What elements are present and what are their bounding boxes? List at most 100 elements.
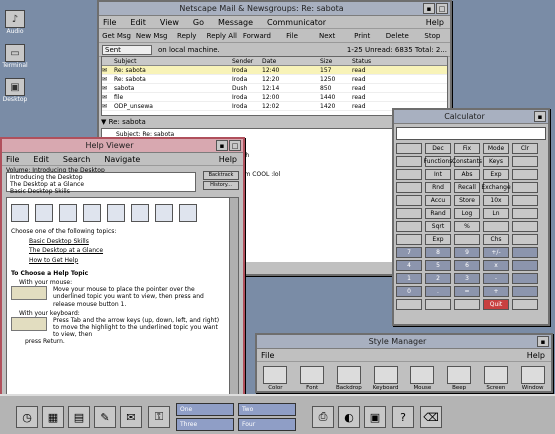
clock-icon[interactable]: ◷ — [16, 406, 38, 428]
help-link[interactable]: How to Get Help — [29, 257, 225, 264]
calculator-key[interactable] — [396, 195, 422, 206]
help-icon[interactable]: ? — [392, 406, 414, 428]
calculator-key[interactable]: Sqrt — [425, 221, 451, 232]
maximize-button[interactable]: □ — [436, 3, 448, 14]
titlebar[interactable]: Netscape Mail & Newsgroups: Re: sabota ▪… — [99, 2, 450, 16]
reply-all-button[interactable]: Reply All — [204, 32, 239, 40]
collapse-arrow-icon[interactable]: ▼ — [101, 118, 106, 126]
column-size[interactable]: Size — [320, 58, 352, 65]
calculator-key[interactable] — [396, 234, 422, 245]
table-row[interactable]: ✉ sabota Dush 12:14 850 read — [102, 84, 447, 93]
application-manager-icon[interactable]: ▣ — [364, 406, 386, 428]
workspace-three[interactable]: Three — [176, 418, 234, 431]
calculator-key[interactable]: Rnd — [425, 182, 451, 193]
print-button[interactable]: Print — [345, 32, 380, 40]
workspace-four[interactable]: Four — [238, 418, 296, 431]
calculator-key[interactable] — [512, 247, 538, 258]
calculator-key[interactable]: 4 — [396, 260, 422, 271]
help-link[interactable]: The Desktop at a Glance — [29, 247, 225, 254]
help-link[interactable]: Basic Desktop Skills — [29, 238, 225, 245]
text-editor-icon[interactable]: ✎ — [94, 406, 116, 428]
calculator-key[interactable]: Fix — [454, 143, 480, 154]
scrollbar[interactable] — [229, 197, 239, 395]
calculator-key[interactable] — [512, 208, 538, 219]
column-sender[interactable]: Sender — [232, 58, 262, 65]
calculator-key[interactable] — [512, 169, 538, 180]
calculator-key[interactable]: Ln — [483, 208, 509, 219]
calculator-key[interactable] — [396, 221, 422, 232]
folder-select[interactable]: Sent — [102, 44, 152, 55]
calculator-key[interactable]: Functions — [424, 156, 452, 167]
topic-item[interactable]: The Desktop at a Glance — [10, 181, 192, 188]
table-row[interactable]: ✉ Re: sabota Iroda 12:20 1250 read — [102, 75, 447, 84]
menu-search[interactable]: Search — [63, 155, 90, 164]
menu-edit[interactable]: Edit — [130, 18, 146, 27]
calculator-key[interactable] — [512, 234, 538, 245]
menu-file[interactable]: File — [6, 155, 19, 164]
style-manager-icon[interactable]: ◐ — [338, 406, 360, 428]
backdrop-button[interactable]: Backdrop — [333, 366, 366, 391]
titlebar[interactable]: Style Manager ▪ — [257, 335, 551, 349]
new-msg-button[interactable]: New Msg — [134, 32, 169, 40]
beep-button[interactable]: Beep — [443, 366, 476, 391]
calculator-key[interactable]: x — [483, 260, 509, 271]
keyboard-button[interactable]: Keyboard — [369, 366, 402, 391]
titlebar[interactable]: Calculator ▪ — [394, 110, 548, 124]
calculator-key[interactable]: = — [454, 286, 480, 297]
calculator-key[interactable]: Chs — [483, 234, 509, 245]
calculator-key[interactable]: 3 — [454, 273, 480, 284]
desktop-icon-audio[interactable]: ♪ Audio — [2, 10, 28, 35]
calculator-key[interactable] — [512, 299, 538, 310]
file-manager-icon[interactable]: ▤ — [68, 406, 90, 428]
menu-file[interactable]: File — [103, 18, 116, 27]
calculator-key[interactable]: 5 — [425, 260, 451, 271]
calculator-key[interactable] — [396, 156, 422, 167]
calculator-key[interactable]: Dec — [425, 143, 451, 154]
calculator-key[interactable]: - — [483, 273, 509, 284]
calculator-key[interactable]: 1 — [396, 273, 422, 284]
mouse-button[interactable]: Mouse — [406, 366, 439, 391]
calculator-key[interactable]: Accu — [425, 195, 451, 206]
minimize-button[interactable]: ▪ — [216, 140, 228, 151]
calculator-key[interactable]: Mode — [483, 143, 509, 154]
backtrack-button[interactable]: Backtrack — [203, 171, 239, 180]
forward-button[interactable]: Forward — [239, 32, 274, 40]
menu-help[interactable]: Help — [426, 18, 444, 27]
calculator-key[interactable]: Log — [454, 208, 480, 219]
printer-icon[interactable]: ⎙ — [312, 406, 334, 428]
menu-message[interactable]: Message — [218, 18, 253, 27]
calculator-key[interactable]: 8 — [425, 247, 451, 258]
calculator-key[interactable] — [396, 182, 422, 193]
calculator-key[interactable]: Recall — [454, 182, 480, 193]
calculator-key[interactable] — [396, 143, 422, 154]
table-row[interactable]: ✉ Re: sabota Iroda 12:40 157 read — [102, 66, 447, 75]
calculator-key[interactable]: Rand — [425, 208, 451, 219]
topic-item[interactable]: Basic Desktop Skills — [10, 188, 192, 195]
menu-go[interactable]: Go — [193, 18, 204, 27]
calculator-key[interactable] — [396, 169, 422, 180]
calculator-key[interactable]: + — [483, 286, 509, 297]
calculator-key[interactable]: Abs — [454, 169, 480, 180]
table-row[interactable]: ✉ file Iroda 12:00 1440 read — [102, 93, 447, 102]
calculator-key[interactable] — [512, 182, 538, 193]
reply-button[interactable]: Reply — [169, 32, 204, 40]
stop-button[interactable]: Stop — [415, 32, 450, 40]
calculator-key[interactable]: Int — [425, 169, 451, 180]
calculator-key[interactable] — [396, 208, 422, 219]
calculator-key[interactable]: 0 — [396, 286, 422, 297]
calculator-key[interactable]: 2 — [425, 273, 451, 284]
menu-help[interactable]: Help — [527, 351, 545, 360]
workspace-two[interactable]: Two — [238, 403, 296, 416]
minimize-button[interactable]: ▪ — [537, 336, 549, 347]
calculator-key[interactable]: Exp — [425, 234, 451, 245]
calculator-key[interactable]: Keys — [483, 156, 509, 167]
desktop-icon-terminal[interactable]: ▭ Terminal — [2, 44, 28, 69]
calculator-key[interactable]: Store — [454, 195, 480, 206]
calculator-key[interactable] — [512, 195, 538, 206]
calculator-key[interactable]: Clr — [512, 143, 538, 154]
calculator-key[interactable]: Exp — [483, 169, 509, 180]
calculator-key[interactable]: . — [425, 286, 451, 297]
calculator-key[interactable] — [483, 221, 509, 232]
calculator-key[interactable] — [512, 221, 538, 232]
history-button[interactable]: History... — [203, 181, 239, 190]
